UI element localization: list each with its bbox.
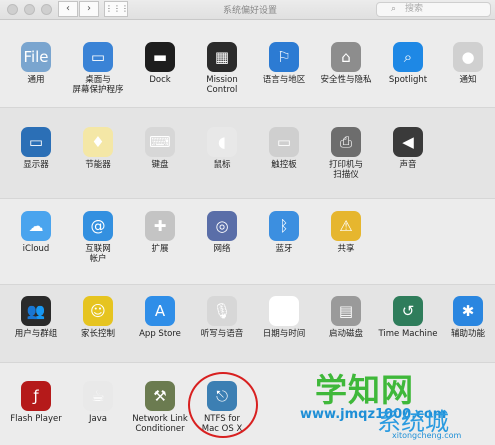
pref-item-label: 辅助功能 bbox=[450, 329, 485, 339]
clock-icon: ◷ bbox=[269, 296, 299, 326]
pref-item-sharing[interactable]: ⚠ 共享 bbox=[310, 211, 382, 254]
mouse-icon: ◖ bbox=[207, 127, 237, 157]
disk-icon: ▤ bbox=[331, 296, 361, 326]
speaker-icon: ◀ bbox=[393, 127, 423, 157]
forward-button[interactable]: › bbox=[79, 1, 99, 17]
search-input[interactable]: ⌕ 搜索 bbox=[376, 2, 491, 17]
mission-control-icon: ▦ bbox=[207, 42, 237, 72]
window-title: 系统偏好设置 bbox=[222, 6, 277, 16]
zoom-button[interactable] bbox=[41, 4, 52, 15]
keyboard-icon: ⌨ bbox=[145, 127, 175, 157]
network-icon: ◎ bbox=[207, 211, 237, 241]
title-bar: ‹ › ⋮⋮⋮ 系统偏好设置 ⌕ 搜索 bbox=[0, 0, 495, 20]
watermark-brand-url: xitongcheng.com bbox=[392, 431, 462, 440]
pref-item-notifications[interactable]: ● 通知 bbox=[432, 42, 495, 85]
accessibility-icon: ✱ bbox=[453, 296, 483, 326]
at-icon: @ bbox=[83, 211, 113, 241]
minimize-button[interactable] bbox=[24, 4, 35, 15]
search-placeholder: 搜索 bbox=[405, 4, 424, 14]
printer-icon: ⎙ bbox=[331, 127, 361, 157]
microphone-icon: 🎙 bbox=[207, 296, 237, 326]
language-icon: ⚐ bbox=[269, 42, 299, 72]
pref-item-label: 共享 bbox=[337, 244, 355, 254]
close-button[interactable] bbox=[7, 4, 18, 15]
java-icon: ☕ bbox=[83, 381, 113, 411]
timemachine-icon: ↺ bbox=[393, 296, 423, 326]
bluetooth-icon: ᛒ bbox=[269, 211, 299, 241]
network-link-icon: ⚒ bbox=[145, 381, 175, 411]
pref-item-accessibility[interactable]: ✱ 辅助功能 bbox=[432, 296, 495, 339]
sharing-icon: ⚠ bbox=[331, 211, 361, 241]
spotlight-icon: ⌕ bbox=[393, 42, 423, 72]
bulb-icon: ♦ bbox=[83, 127, 113, 157]
dock-icon: ▬ bbox=[145, 42, 175, 72]
display-icon: ▭ bbox=[21, 127, 51, 157]
pref-item-label: 声音 bbox=[399, 160, 417, 170]
icloud-icon: ☁ bbox=[21, 211, 51, 241]
trackpad-icon: ▭ bbox=[269, 127, 299, 157]
pref-item-speaker[interactable]: ◀ 声音 bbox=[372, 127, 444, 170]
flash-icon: ƒ bbox=[21, 381, 51, 411]
back-button[interactable]: ‹ bbox=[58, 1, 78, 17]
pref-item-label: 通知 bbox=[459, 75, 477, 85]
appstore-icon: A bbox=[145, 296, 175, 326]
search-icon: ⌕ bbox=[391, 4, 397, 14]
highlight-circle bbox=[188, 372, 258, 438]
puzzle-icon: ✚ bbox=[145, 211, 175, 241]
users-icon: 👥 bbox=[21, 296, 51, 326]
show-all-button[interactable]: ⋮⋮⋮ bbox=[104, 1, 129, 17]
general-icon: File bbox=[21, 42, 51, 72]
notifications-icon: ● bbox=[453, 42, 483, 72]
lock-icon: ⌂ bbox=[331, 42, 361, 72]
parental-icon: ☺ bbox=[83, 296, 113, 326]
desktop-icon: ▭ bbox=[83, 42, 113, 72]
